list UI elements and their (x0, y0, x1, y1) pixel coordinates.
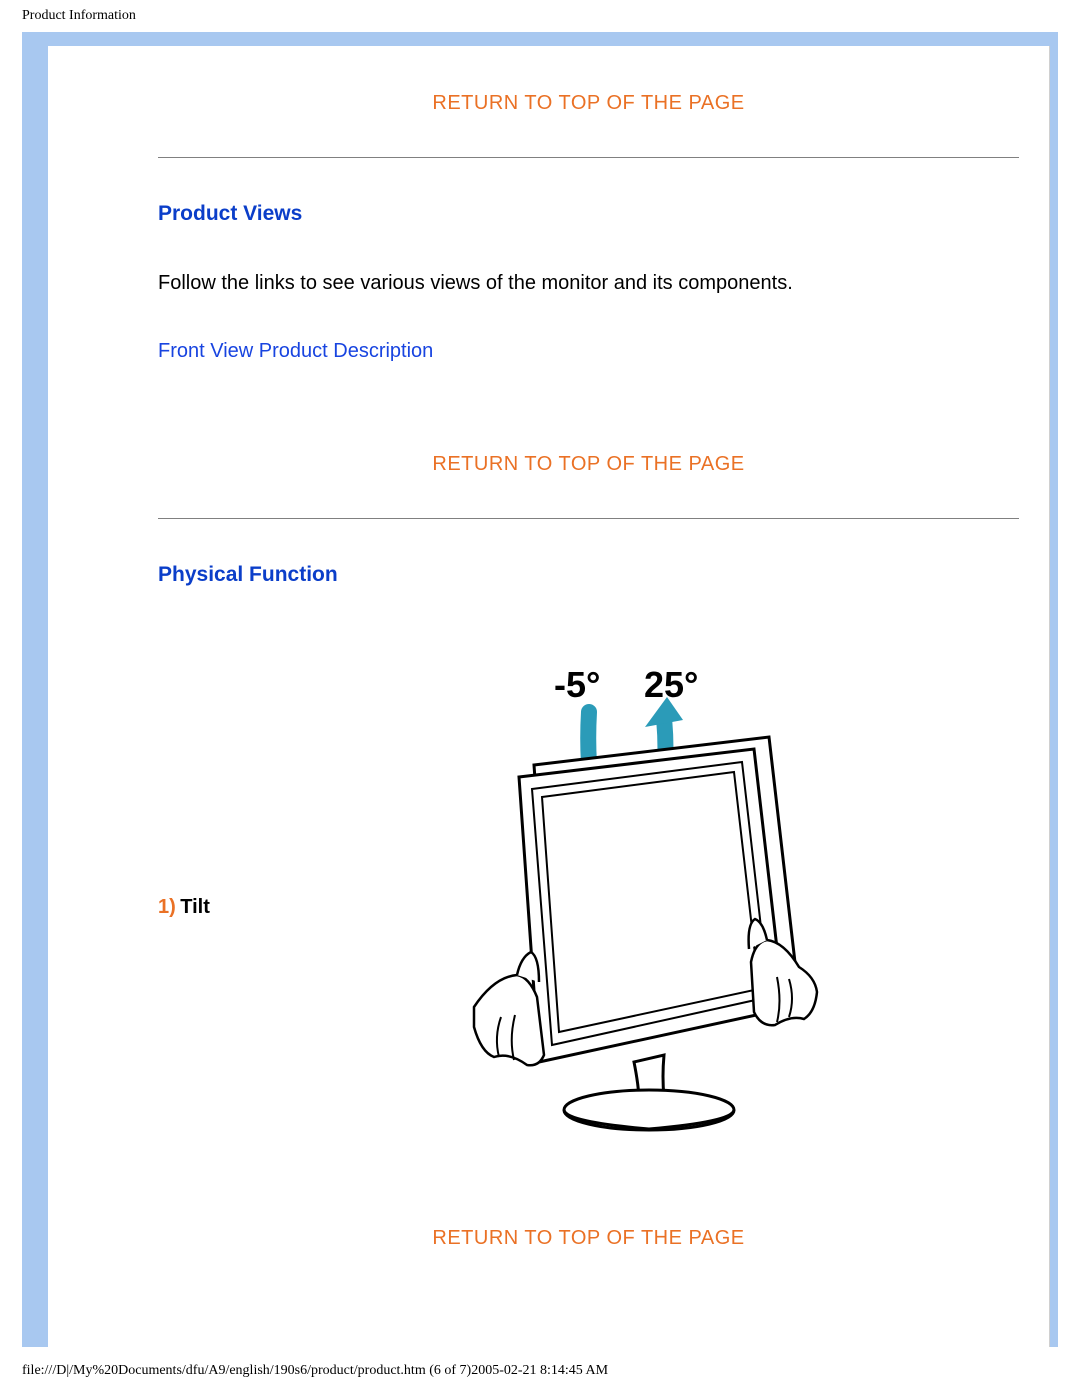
divider (158, 518, 1019, 519)
front-view-link[interactable]: Front View Product Description (158, 340, 1019, 363)
heading-physical-function: Physical Function (158, 563, 1019, 587)
outer-frame: RETURN TO TOP OF THE PAGE Product Views … (22, 32, 1058, 1347)
tilt-max-label: 25° (644, 664, 698, 705)
tilt-min-label: -5° (554, 664, 600, 705)
page-header: Product Information (0, 0, 1080, 24)
footer-path: file:///D|/My%20Documents/dfu/A9/english… (22, 1363, 608, 1379)
return-to-top-link[interactable]: RETURN TO TOP OF THE PAGE (158, 92, 1019, 115)
product-views-description: Follow the links to see various views of… (158, 270, 1019, 296)
divider (158, 157, 1019, 158)
tilt-label: 1) Tilt (158, 896, 258, 919)
tilt-illustration: -5° 25° (258, 657, 1019, 1157)
return-to-top-link[interactable]: RETURN TO TOP OF THE PAGE (158, 453, 1019, 476)
heading-product-views: Product Views (158, 202, 1019, 226)
return-to-top-link[interactable]: RETURN TO TOP OF THE PAGE (158, 1227, 1019, 1250)
left-hand-icon (474, 952, 544, 1065)
content-area: RETURN TO TOP OF THE PAGE Product Views … (48, 46, 1050, 1347)
tilt-item-name: Tilt (180, 896, 210, 918)
tilt-item-number: 1) (158, 896, 176, 918)
tilt-row: 1) Tilt -5° 25° (158, 657, 1019, 1157)
